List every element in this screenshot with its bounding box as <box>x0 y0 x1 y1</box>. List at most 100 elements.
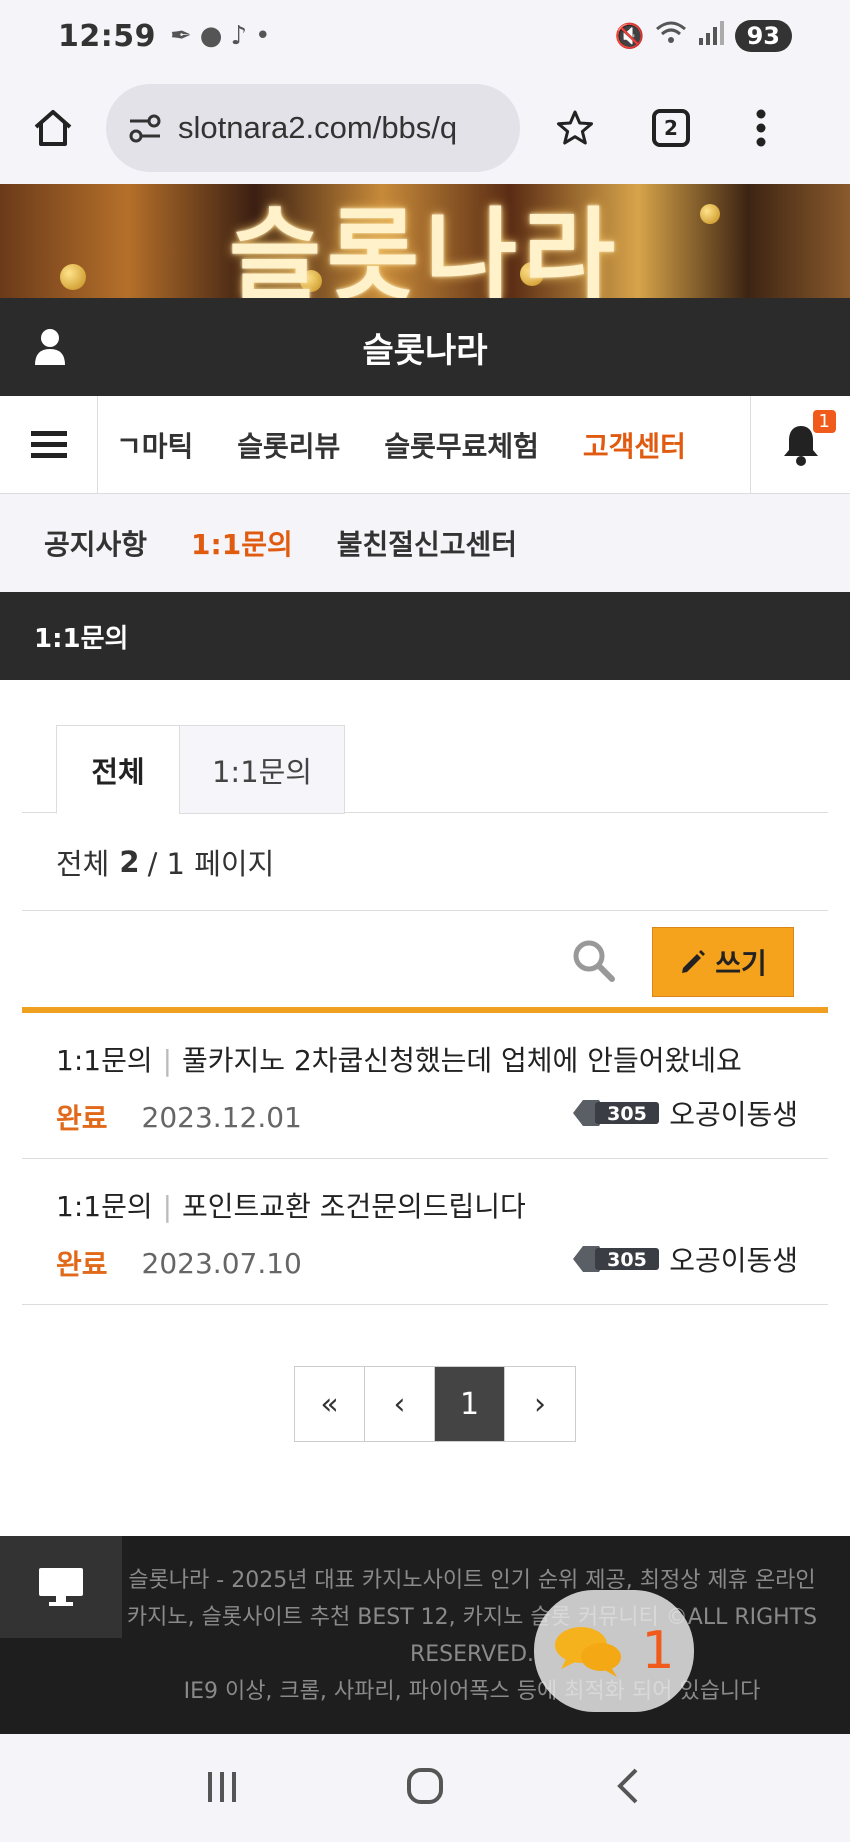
tab-switcher-button[interactable]: 2 <box>636 93 706 163</box>
bookmark-button[interactable] <box>540 93 610 163</box>
more-vertical-icon <box>756 109 766 147</box>
tab-all[interactable]: 전체 <box>56 725 180 814</box>
feather-icon: ✒ <box>170 21 192 51</box>
signal-icon <box>697 20 725 52</box>
post-row[interactable]: 1:1문의 | 풀카지노 2차쿱신청했는데 업체에 안들어왔네요 완료 2023.1… <box>22 1013 828 1159</box>
board-content: 전체 1:1문의 전체 2 / 1 페이지 쓰기 1:1문의 | 풀카지노 2차쿱신… <box>0 680 850 1536</box>
level-number: 305 <box>607 1249 647 1271</box>
chat-bubbles-icon <box>555 1627 622 1677</box>
pc-version-button[interactable] <box>0 1536 122 1638</box>
post-separator: | <box>162 1044 173 1077</box>
subnav-inquiry[interactable]: 1:1문의 <box>191 523 293 563</box>
nav-item-slot-review[interactable]: 슬롯리뷰 <box>237 425 340 465</box>
tab-inquiry[interactable]: 1:1문의 <box>179 725 345 814</box>
post-subject: 포인트교환 조건문의드립니다 <box>182 1190 526 1223</box>
monitor-icon <box>39 1568 83 1606</box>
notification-icons: ✒ ● ♪ • <box>170 21 270 51</box>
post-category: 1:1문의 <box>56 1190 153 1223</box>
tab-count: 2 <box>652 109 690 147</box>
browser-menu-button[interactable] <box>726 93 796 163</box>
post-separator: | <box>162 1190 173 1223</box>
post-list: 1:1문의 | 풀카지노 2차쿱신청했는데 업체에 안들어왔네요 완료 2023.1… <box>22 1013 828 1305</box>
home-icon <box>34 110 72 146</box>
status-bar: 12:59 ✒ ● ♪ • 🔇 93 <box>0 0 850 72</box>
subnav-notice[interactable]: 공지사항 <box>44 523 147 563</box>
write-label: 쓰기 <box>715 947 767 980</box>
footer-copyright: 슬롯나라 - 2025년 대표 카지노사이트 인기 순위 제공, 최정상 제휴 … <box>126 1568 818 1667</box>
nav-item-martingale[interactable]: ㄱ마틱 <box>116 425 193 465</box>
count-prefix: 전체 <box>56 846 110 881</box>
chat-float-button[interactable]: 1 <box>534 1590 694 1712</box>
footer-text: 슬롯나라 - 2025년 대표 카지노사이트 인기 순위 제공, 최정상 제휴 … <box>122 1562 822 1710</box>
status-time: 12:59 <box>58 18 156 54</box>
author-name: 오공이동생 <box>669 1244 798 1277</box>
menu-button[interactable] <box>0 395 98 494</box>
post-title[interactable]: 1:1문의 | 풀카지노 2차쿱신청했는데 업체에 안들어왔네요 <box>56 1039 742 1079</box>
post-date: 2023.07.10 <box>141 1246 302 1280</box>
mute-icon: 🔇 <box>614 22 645 50</box>
subnav-complaint[interactable]: 불친절신고센터 <box>337 523 517 563</box>
count-total: 2 <box>119 844 140 879</box>
tiktok-icon: ♪ <box>230 21 248 51</box>
chat-count: 1 <box>641 1621 675 1681</box>
post-count: 전체 2 / 1 페이지 <box>22 813 828 911</box>
count-suffix: / 1 페이지 <box>147 846 275 881</box>
pencil-icon <box>682 950 706 973</box>
post-category: 1:1문의 <box>56 1044 153 1077</box>
main-nav: ㄱ마틱 슬롯리뷰 슬롯무료체험 고객센터 1 <box>0 395 850 494</box>
url-text: slotnara2.com/bbs/q <box>178 110 458 145</box>
board-title-bar: 1:1문의 <box>0 592 850 680</box>
recent-apps-button[interactable] <box>202 1766 242 1810</box>
nav-item-free-slot[interactable]: 슬롯무료체험 <box>384 425 539 465</box>
message-icon: ● <box>199 21 223 51</box>
level-badge-icon: 305 <box>573 1100 660 1126</box>
pagination: « ‹ 1 › <box>294 1366 576 1442</box>
browser-toolbar: slotnara2.com/bbs/q 2 <box>0 72 850 184</box>
post-subject: 풀카지노 2차쿱신청했는데 업체에 안들어왔네요 <box>182 1044 742 1077</box>
post-meta: 완료 2023.12.01 <box>56 1097 302 1137</box>
notification-button[interactable]: 1 <box>750 395 850 494</box>
page-next-button[interactable]: › <box>505 1367 575 1441</box>
nav-items: ㄱ마틱 슬롯리뷰 슬롯무료체험 고객센터 <box>98 396 750 494</box>
home-circle-icon <box>406 1768 443 1804</box>
category-tabs: 전체 1:1문의 <box>22 725 828 814</box>
home-nav-button[interactable] <box>405 1766 445 1810</box>
back-button[interactable] <box>608 1766 648 1810</box>
post-meta: 완료 2023.07.10 <box>56 1243 302 1283</box>
site-footer: 슬롯나라 - 2025년 대표 카지노사이트 인기 순위 제공, 최정상 제휴 … <box>0 1536 850 1734</box>
user-icon[interactable] <box>34 328 66 366</box>
address-bar[interactable]: slotnara2.com/bbs/q <box>106 84 520 172</box>
site-settings-icon[interactable] <box>126 109 164 147</box>
footer-compat: IE9 이상, 크롬, 사파리, 파이어폭스 등에 최적화 되어 있습니다 <box>183 1679 761 1704</box>
search-icon[interactable] <box>570 937 616 983</box>
post-title[interactable]: 1:1문의 | 포인트교환 조건문의드립니다 <box>56 1185 526 1225</box>
board-toolbar: 쓰기 <box>22 911 828 1013</box>
page-first-button[interactable]: « <box>295 1367 365 1441</box>
hamburger-icon <box>30 430 67 458</box>
back-icon <box>617 1768 638 1804</box>
write-button[interactable]: 쓰기 <box>652 927 794 997</box>
wifi-icon <box>655 20 687 52</box>
home-button[interactable] <box>18 93 88 163</box>
sub-nav: 공지사항 1:1문의 불친절신고센터 <box>0 494 850 592</box>
level-number: 305 <box>607 1103 647 1125</box>
battery-indicator: 93 <box>734 20 792 52</box>
star-icon <box>557 110 593 145</box>
post-status: 완료 <box>56 1248 108 1281</box>
site-banner[interactable]: 슬롯나라 <box>0 184 850 298</box>
page-current[interactable]: 1 <box>435 1367 505 1441</box>
page-prev-button[interactable]: ‹ <box>365 1367 435 1441</box>
banner-logo-text: 슬롯나라 <box>229 197 621 298</box>
recent-apps-icon <box>207 1772 236 1802</box>
site-title[interactable]: 슬롯나라 <box>362 323 487 372</box>
site-header: 슬롯나라 <box>0 298 850 396</box>
post-author[interactable]: 305 오공이동생 <box>571 1093 798 1133</box>
notification-badge: 1 <box>812 409 836 433</box>
post-row[interactable]: 1:1문의 | 포인트교환 조건문의드립니다 완료 2023.07.10 305 오… <box>22 1159 828 1305</box>
nav-item-customer-center[interactable]: 고객센터 <box>583 425 686 465</box>
dot-icon: • <box>255 21 271 51</box>
post-author[interactable]: 305 오공이동생 <box>571 1239 798 1279</box>
board-title: 1:1문의 <box>34 623 129 654</box>
post-status: 완료 <box>56 1102 108 1135</box>
author-name: 오공이동생 <box>669 1098 798 1131</box>
